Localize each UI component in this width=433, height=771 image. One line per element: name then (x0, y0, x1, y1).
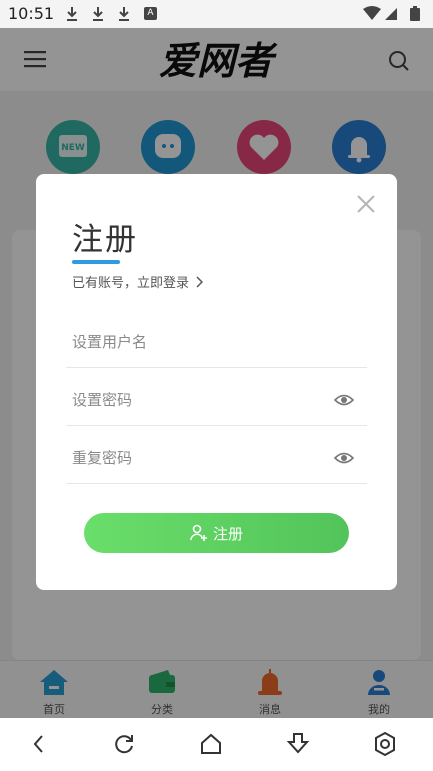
eye-icon[interactable] (334, 450, 354, 466)
password-field (66, 374, 367, 426)
download-nav-icon[interactable] (284, 730, 312, 758)
username-input[interactable] (72, 330, 322, 354)
eye-icon[interactable] (334, 392, 354, 408)
status-time: 10:51 (8, 4, 55, 23)
back-icon[interactable] (25, 730, 53, 758)
modal-title: 注册 (72, 222, 138, 258)
login-link[interactable]: 已有账号，立即登录 (72, 272, 204, 291)
user-plus-icon (190, 524, 207, 541)
close-icon[interactable] (356, 194, 376, 214)
notification-a-icon: A (144, 7, 157, 20)
login-link-text: 已有账号，立即登录 (72, 276, 190, 291)
confirm-password-input[interactable] (72, 446, 322, 470)
download-icon (119, 7, 129, 21)
password-input[interactable] (72, 388, 322, 412)
confirm-password-field (66, 432, 367, 484)
title-underline (72, 260, 120, 264)
refresh-icon[interactable] (110, 730, 138, 758)
register-button-label: 注册 (212, 524, 243, 543)
system-nav-bar (0, 718, 433, 771)
signal-battery-icons (363, 6, 420, 21)
register-button[interactable]: 注册 (84, 513, 349, 553)
username-field (66, 316, 367, 368)
register-modal: 注册 已有账号，立即登录 注册 (36, 174, 397, 590)
download-icon (93, 7, 103, 21)
status-bar: 10:51 A (0, 0, 433, 28)
settings-hex-icon[interactable] (371, 730, 399, 758)
download-icon (67, 7, 77, 21)
home-nav-icon[interactable] (197, 730, 225, 758)
chevron-right-icon (196, 276, 204, 288)
